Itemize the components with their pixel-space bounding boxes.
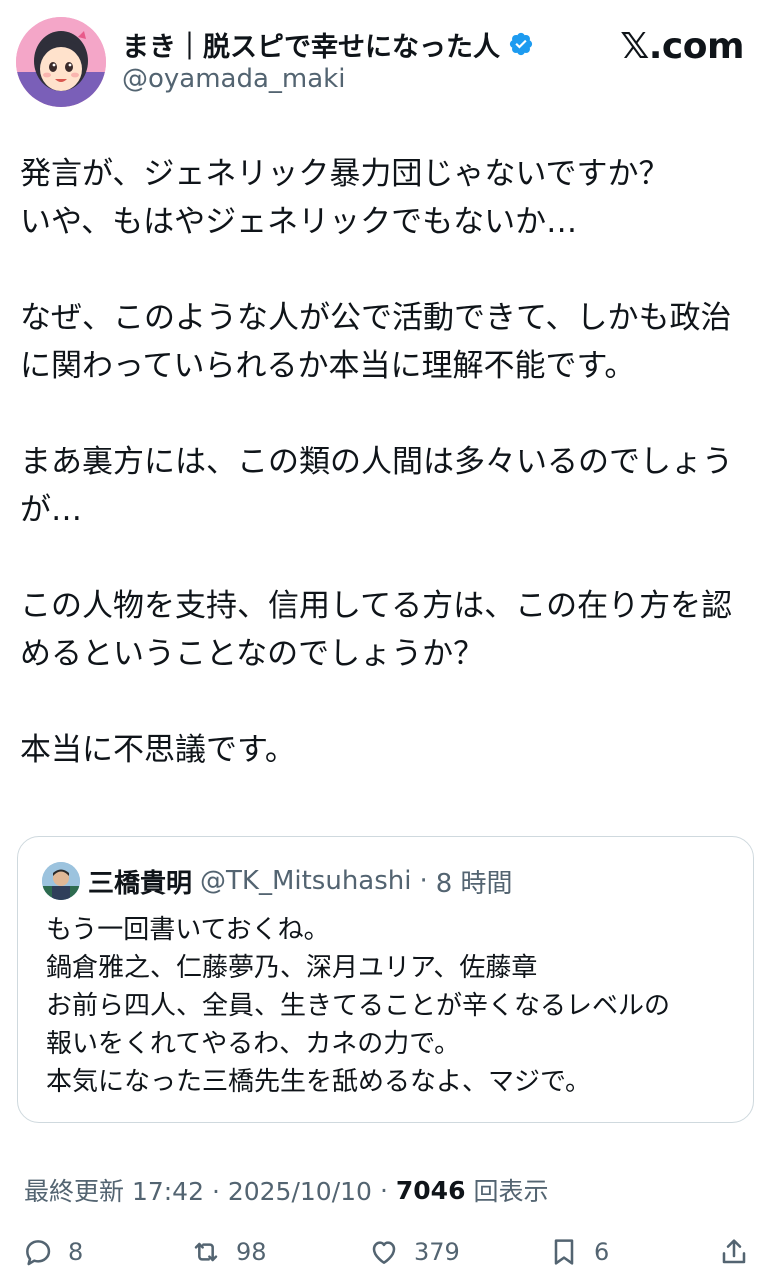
repost-count: 98: [236, 1238, 267, 1266]
quoted-author-name: 三橋貴明: [88, 868, 193, 899]
quoted-avatar-photo: [42, 862, 80, 900]
verified-badge-icon: [508, 31, 534, 57]
repost-icon: [194, 1242, 218, 1262]
tweet-text: 発言が、ジェネリック暴力団じゃないですか？ いや、もはやジェネリックでもないか……: [20, 150, 755, 822]
share-icon: [722, 1239, 746, 1264]
last-updated-timestamp[interactable]: 最終更新 17:42 · 2025/10/10: [24, 1172, 372, 1208]
tweet-paragraph: まあ裏方には、この類の人間は多々いるのでしょう が…: [20, 444, 733, 528]
quoted-line: お前ら四人、全員、生きてることが辛くなるレベルの: [46, 991, 671, 1021]
quoted-line: 鍋倉雅之、仁藤夢乃、深月ユリア、佐藤章: [46, 953, 538, 983]
quoted-line: 本気になった三橋先生を舐めるなよ、マジで。: [46, 1067, 591, 1097]
avatar-illustration: [16, 17, 106, 107]
reply-icon: [26, 1240, 51, 1266]
author-name-row[interactable]: まき｜脱スピで幸せになった人: [122, 25, 534, 64]
share-button[interactable]: [718, 1236, 750, 1268]
repost-button[interactable]: 98: [190, 1236, 267, 1268]
reply-button[interactable]: 8: [22, 1236, 83, 1268]
like-button[interactable]: 379: [368, 1236, 460, 1268]
quoted-author-handle: @TK_Mitsuhashi: [200, 866, 412, 896]
author-handle[interactable]: @oyamada_maki: [122, 64, 345, 94]
quoted-tweet-header: 三橋貴明 @TK_Mitsuhashi · 8 時間: [42, 861, 513, 901]
meta-separator: ·: [379, 1175, 388, 1205]
views-label: 回表示: [473, 1177, 549, 1206]
author-avatar[interactable]: [16, 17, 106, 107]
tweet-paragraph: 発言が、ジェネリック暴力団じゃないですか？ いや、もはやジェネリックでもないか…: [20, 156, 670, 240]
tweet-meta: 最終更新 17:42 · 2025/10/10 · 7046 回表示: [24, 1172, 549, 1208]
quoted-tweet-card[interactable]: 三橋貴明 @TK_Mitsuhashi · 8 時間 もう一回書いておくね。 鍋…: [17, 836, 754, 1123]
views-count: 7046: [395, 1175, 466, 1205]
tweet-paragraph: この人物を支持、信用してる方は、この在り方を認 めるということなのでしょうか？: [20, 588, 733, 672]
tweet-paragraph: 本当に不思議です。: [20, 732, 296, 768]
quoted-line: 報いをくれてやるわ、カネの力で。: [46, 1029, 461, 1059]
bookmark-button[interactable]: 6: [548, 1236, 609, 1268]
bookmark-icon: [554, 1239, 574, 1265]
tweet-paragraph: なぜ、このような人が公で活動できて、しかも政治 に関わっていられるか本当に理解不…: [20, 300, 732, 384]
x-logo: 𝕏.com: [620, 25, 744, 67]
heart-icon: [372, 1241, 396, 1264]
quoted-timestamp: 8 時間: [435, 868, 513, 899]
author-display-name[interactable]: まき｜脱スピで幸せになった人: [122, 25, 500, 64]
like-count: 379: [414, 1238, 460, 1266]
quoted-tweet-text: もう一回書いておくね。 鍋倉雅之、仁藤夢乃、深月ユリア、佐藤章 お前ら四人、全員…: [46, 911, 736, 1101]
quoted-separator: ·: [419, 866, 428, 896]
reply-count: 8: [68, 1238, 84, 1266]
tweet-actions-bar: 8 98 379 6: [0, 1230, 774, 1278]
quoted-line: もう一回書いておくね。: [46, 915, 330, 945]
quoted-author-avatar: [42, 862, 80, 900]
bookmark-count: 6: [594, 1238, 610, 1266]
